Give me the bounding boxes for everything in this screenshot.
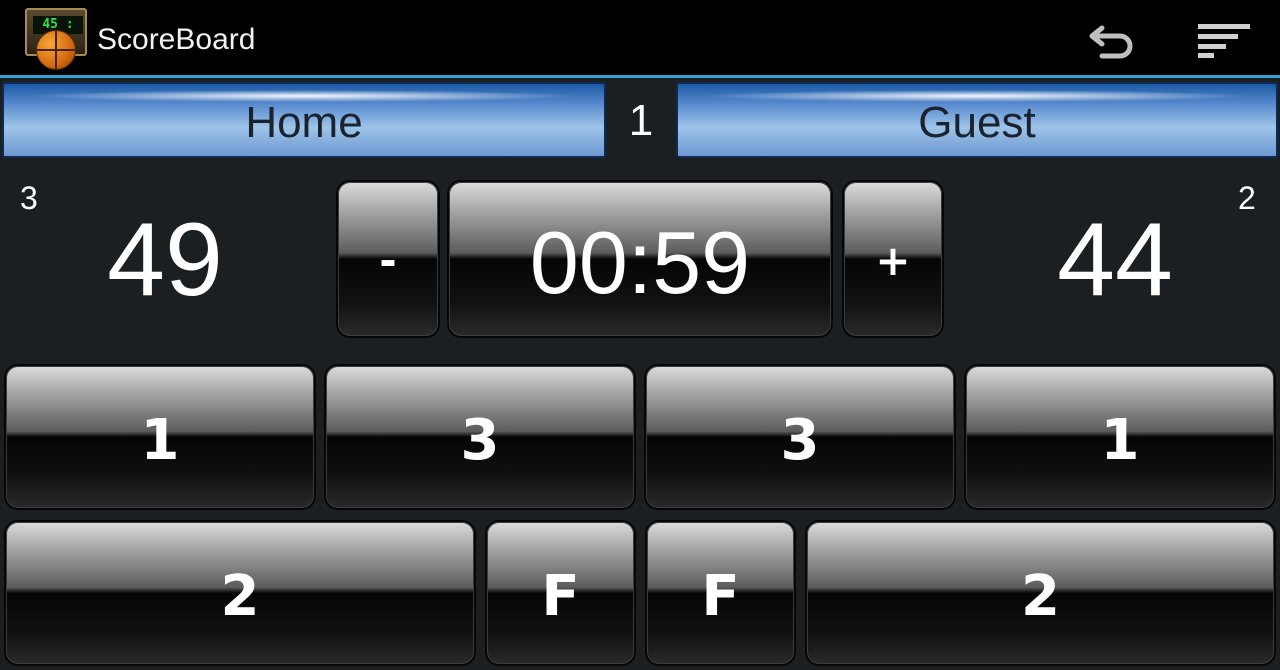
guest-add-1-button[interactable]: 1	[964, 364, 1276, 510]
clock-plus-label: +	[875, 236, 911, 285]
button-label: 1	[140, 408, 180, 473]
home-score[interactable]: 49	[40, 200, 290, 320]
action-bar: 45 : 62 ScoreBoard	[0, 0, 1280, 78]
home-add-3-button[interactable]: 3	[324, 364, 636, 510]
button-label: 2	[220, 564, 260, 629]
button-label: 1	[1100, 408, 1140, 473]
button-label: 3	[780, 408, 820, 473]
basketball-icon	[36, 30, 76, 70]
clock-plus-button[interactable]: +	[842, 180, 944, 338]
guest-team-button[interactable]: Guest	[676, 82, 1278, 158]
app-title: ScoreBoard	[97, 23, 256, 56]
home-team-label: Home	[245, 98, 363, 147]
period-indicator[interactable]: 1	[606, 82, 676, 158]
guest-foul-button[interactable]: F	[645, 520, 796, 666]
home-add-1-button[interactable]: 1	[4, 364, 316, 510]
home-fouls: 3	[20, 180, 38, 216]
guest-score[interactable]: 44	[990, 200, 1240, 320]
button-label: F	[701, 564, 740, 629]
guest-add-2-button[interactable]: 2	[805, 520, 1276, 666]
game-clock-button[interactable]: 00:59	[447, 180, 833, 338]
button-label: F	[541, 564, 580, 629]
guest-fouls: 2	[1238, 180, 1256, 216]
button-label: 3	[460, 408, 500, 473]
app-icon[interactable]: 45 : 62	[24, 8, 90, 70]
guest-add-3-button[interactable]: 3	[644, 364, 956, 510]
home-team-button[interactable]: Home	[2, 82, 606, 158]
clock-minus-label: -	[379, 236, 397, 285]
sort-menu-icon[interactable]	[1196, 22, 1252, 58]
guest-team-label: Guest	[918, 98, 1036, 147]
undo-icon[interactable]	[1088, 20, 1136, 62]
clock-minus-button[interactable]: -	[336, 180, 440, 338]
button-label: 2	[1021, 564, 1060, 629]
home-foul-button[interactable]: F	[485, 520, 636, 666]
home-add-2-button[interactable]: 2	[4, 520, 476, 666]
game-clock-time: 00:59	[529, 213, 751, 312]
